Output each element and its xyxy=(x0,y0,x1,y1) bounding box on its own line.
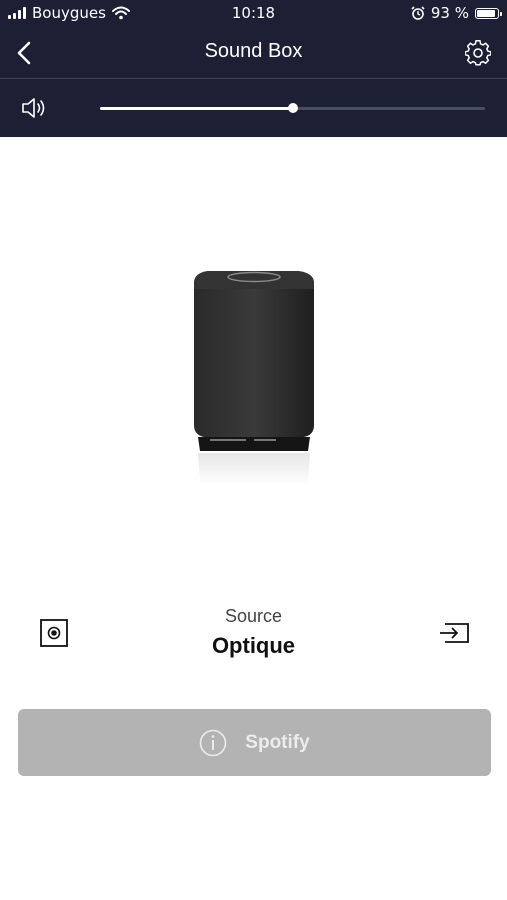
volume-slider-fill xyxy=(100,107,293,110)
input-switch-button[interactable] xyxy=(437,618,471,648)
spotify-button-content: Spotify xyxy=(18,729,491,757)
spotify-button[interactable]: Spotify xyxy=(18,709,491,776)
source-section: Source Optique xyxy=(0,600,507,670)
battery-percent: 93 % xyxy=(430,4,469,22)
info-icon xyxy=(199,729,227,757)
gear-icon xyxy=(465,40,491,66)
settings-button[interactable] xyxy=(463,38,493,68)
nav-bar: Sound Box xyxy=(0,28,507,78)
source-value: Optique xyxy=(211,633,296,658)
volume-bar xyxy=(0,79,507,137)
alarm-icon xyxy=(411,6,425,20)
status-right: 93 % xyxy=(411,4,502,22)
page-title: Sound Box xyxy=(204,40,303,62)
battery-icon xyxy=(475,7,502,19)
volume-slider[interactable] xyxy=(100,103,485,113)
speaker-product-image xyxy=(194,271,314,485)
battery-fill xyxy=(477,9,496,17)
source-label: Source xyxy=(224,606,283,626)
speaker-volume-icon[interactable] xyxy=(20,95,48,121)
spotify-label: Spotify xyxy=(245,732,310,753)
status-bar: Bouygues 10:18 93 % xyxy=(0,0,507,28)
volume-slider-thumb[interactable] xyxy=(287,103,298,113)
